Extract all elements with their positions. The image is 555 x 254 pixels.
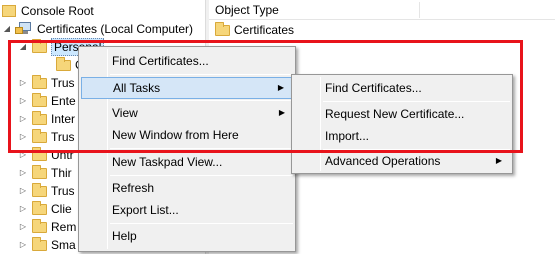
tree-node[interactable]: ▷ Clie <box>18 200 78 218</box>
menu-item-new-taskpad[interactable]: New Taskpad View... <box>81 151 293 173</box>
folder-icon <box>32 39 47 53</box>
menu-item-label: View <box>112 106 138 120</box>
menu-item-label: Export List... <box>112 203 179 217</box>
collapsed-arrow-icon[interactable]: ▷ <box>18 110 28 128</box>
menu-separator <box>110 148 293 149</box>
menu-item-label: Advanced Operations <box>325 154 441 168</box>
tree-node-label: Ente <box>51 94 76 108</box>
menu-separator <box>110 223 293 224</box>
submenu-arrow-icon: ▶ <box>277 83 284 92</box>
certificate-computer-icon <box>15 22 33 35</box>
tree-node[interactable]: ▷ Trus <box>18 74 78 92</box>
folder-icon <box>32 129 47 143</box>
menu-item-label: Find Certificates... <box>112 54 209 68</box>
menu-item-label: Find Certificates... <box>325 81 422 95</box>
folder-icon <box>32 165 47 179</box>
collapsed-arrow-icon[interactable]: ▷ <box>18 236 28 254</box>
tree-node[interactable]: ▷ Thir <box>18 164 78 182</box>
collapsed-arrow-icon[interactable]: ▷ <box>18 92 28 110</box>
tree-node-label: Trus <box>51 76 75 90</box>
menu-item-label: Import... <box>325 129 370 143</box>
tree-node-label: Inter <box>51 112 76 126</box>
folder-icon <box>32 147 47 161</box>
menu-item-label: New Taskpad View... <box>112 155 223 169</box>
submenu-item-request-new-certificate[interactable]: Request New Certificate... <box>294 103 510 125</box>
collapsed-arrow-icon[interactable]: ▷ <box>18 218 28 236</box>
tree-node[interactable]: ▷ Untr <box>18 146 78 164</box>
submenu-item-find-certificates[interactable]: Find Certificates... <box>294 77 510 99</box>
tree-node[interactable]: ▷ Rem <box>18 218 78 236</box>
menu-separator <box>110 100 293 101</box>
menu-item-find-certificates[interactable]: Find Certificates... <box>81 50 293 72</box>
all-tasks-submenu: Find Certificates... Request New Certifi… <box>291 74 513 174</box>
tree-node-label: Sma <box>51 238 76 252</box>
tree-node-label: Clie <box>51 202 72 216</box>
folder-icon <box>32 183 47 197</box>
submenu-item-advanced-operations[interactable]: Advanced Operations ▶ <box>294 150 510 172</box>
list-item-label: Certificates <box>234 23 295 37</box>
submenu-item-import[interactable]: Import... <box>294 125 510 147</box>
tree-node-console-root[interactable]: Console Root <box>2 2 202 20</box>
menu-item-label: New Window from Here <box>112 128 239 142</box>
menu-item-label: Help <box>112 229 137 243</box>
column-divider[interactable] <box>419 2 420 18</box>
expanded-arrow-icon[interactable]: ◢ <box>2 20 12 38</box>
expanded-arrow-icon[interactable]: ◢ <box>18 38 28 56</box>
list-header: Object Type <box>209 0 555 20</box>
folder-icon <box>56 57 71 71</box>
context-menu: Find Certificates... All Tasks ▶ View ▶ Ne… <box>78 46 296 252</box>
menu-item-new-window[interactable]: New Window from Here <box>81 124 293 146</box>
folder-icon <box>215 22 230 36</box>
tree-node-label: Thir <box>51 166 72 180</box>
collapsed-arrow-icon[interactable]: ▷ <box>18 146 28 164</box>
tree-node[interactable]: ▷ Sma <box>18 236 78 254</box>
menu-item-export-list[interactable]: Export List... <box>81 199 293 221</box>
submenu-arrow-icon: ▶ <box>278 108 285 117</box>
folder-icon <box>32 111 47 125</box>
folder-icon <box>32 93 47 107</box>
console-root-icon <box>2 5 16 17</box>
collapsed-arrow-icon[interactable]: ▷ <box>18 164 28 182</box>
tree-node-label: Trus <box>51 184 75 198</box>
tree-node[interactable]: ▷ Trus <box>18 128 78 146</box>
menu-item-label: Request New Certificate... <box>325 107 465 121</box>
menu-item-all-tasks[interactable]: All Tasks ▶ <box>81 77 293 99</box>
folder-icon <box>32 219 47 233</box>
menu-item-label: Refresh <box>112 181 155 195</box>
menu-separator <box>323 101 510 102</box>
folder-icon <box>32 75 47 89</box>
tree-node[interactable]: ▷ Ente <box>18 92 78 110</box>
tree-node-certificates-local[interactable]: ◢ Certificates (Local Computer) <box>2 20 202 38</box>
tree-node-label: Rem <box>51 220 77 234</box>
folder-icon <box>32 237 47 251</box>
submenu-arrow-icon: ▶ <box>495 156 502 165</box>
collapsed-arrow-icon[interactable]: ▷ <box>18 200 28 218</box>
menu-item-refresh[interactable]: Refresh <box>81 177 293 199</box>
folder-icon <box>32 201 47 215</box>
collapsed-arrow-icon[interactable]: ▷ <box>18 128 28 146</box>
collapsed-arrow-icon[interactable]: ▷ <box>18 182 28 200</box>
column-header-object-type[interactable]: Object Type <box>215 0 279 20</box>
tree-node[interactable]: ▷ Trus <box>18 182 78 200</box>
menu-item-label: All Tasks <box>113 81 161 95</box>
menu-item-view[interactable]: View ▶ <box>81 102 293 124</box>
tree-node-label: Console Root <box>21 4 94 18</box>
menu-separator <box>110 74 293 75</box>
menu-separator <box>110 175 293 176</box>
collapsed-arrow-icon[interactable]: ▷ <box>18 74 28 92</box>
tree-node[interactable]: ▷ Inter <box>18 110 78 128</box>
tree-node-label: Untr <box>51 148 74 162</box>
menu-item-help[interactable]: Help <box>81 225 293 247</box>
tree-node-label: Trus <box>51 130 75 144</box>
tree-node-label: Certificates (Local Computer) <box>37 22 194 36</box>
